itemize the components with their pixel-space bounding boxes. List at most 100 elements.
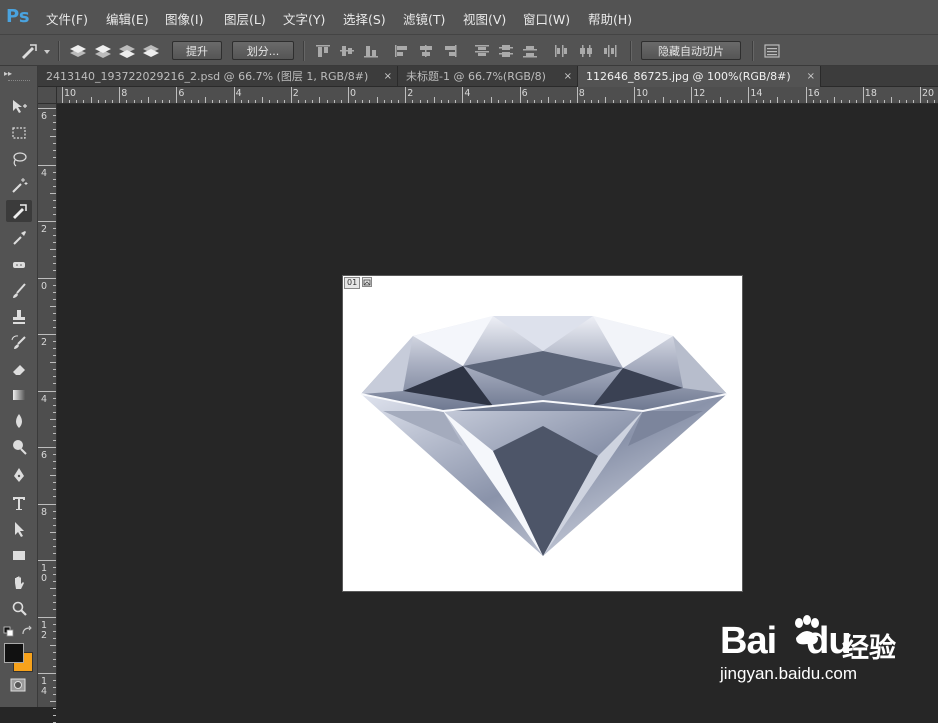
ruler-tick	[891, 97, 893, 103]
ruler-tick	[53, 326, 56, 328]
lasso-tool[interactable]	[6, 148, 32, 170]
ruler-tick	[705, 100, 707, 103]
eraser-tool[interactable]	[6, 358, 32, 380]
ruler-origin[interactable]	[38, 87, 57, 104]
dodge-tool[interactable]	[6, 436, 32, 458]
menu-edit[interactable]: 编辑(E)	[106, 9, 149, 28]
blur-tool[interactable]	[6, 410, 32, 432]
eyedropper-tool[interactable]	[6, 226, 32, 248]
send-to-back-icon[interactable]	[141, 43, 161, 59]
move-tool[interactable]	[6, 96, 32, 118]
ruler-tick	[53, 256, 56, 258]
pen-tool[interactable]	[6, 464, 32, 486]
bring-to-front-icon[interactable]	[68, 43, 88, 59]
menu-help[interactable]: 帮助(H)	[588, 9, 632, 28]
marquee-tool[interactable]	[6, 122, 32, 144]
quick-mask-icon[interactable]	[10, 678, 26, 692]
ruler-tick	[53, 369, 56, 371]
promote-button[interactable]: 提升	[172, 41, 222, 60]
eraser-icon	[13, 365, 25, 375]
slice-tool[interactable]	[6, 200, 32, 222]
gradient-icon	[13, 390, 25, 400]
magic-wand-tool[interactable]	[6, 174, 32, 196]
horizontal-ruler[interactable]: 10 8 6 4 2 0 2 4 6 8 10 12 14 16 18 20	[57, 87, 938, 104]
align-bottom-icon[interactable]	[363, 44, 379, 58]
ruler-tick	[884, 100, 886, 103]
ruler-left-label: 6	[41, 450, 48, 461]
ruler-tick	[53, 468, 56, 470]
distribute-horizontal-center-icon[interactable]	[578, 44, 594, 58]
menu-filter[interactable]: 滤镜(T)	[403, 9, 445, 28]
panel-collapse-icon[interactable]: ▸▸	[4, 69, 12, 78]
gradient-tool[interactable]	[6, 384, 32, 406]
ruler-tick	[38, 616, 56, 618]
send-backward-icon[interactable]	[117, 43, 137, 59]
ruler-tick	[519, 87, 521, 103]
ruler-tick	[290, 87, 292, 103]
document-tab-bar: 2413140_193722029216_2.psd @ 66.7% (图层 1…	[38, 66, 938, 87]
tab-untitled-document[interactable]: 未标题-1 @ 66.7%(RGB/8) ×	[398, 66, 578, 87]
history-brush-tool[interactable]	[6, 332, 32, 354]
ruler-left-label: 1 2	[41, 619, 48, 641]
ruler-left-label: 6	[41, 111, 48, 122]
menu-file[interactable]: 文件(F)	[46, 9, 88, 28]
align-right-icon[interactable]	[442, 44, 458, 58]
distribute-bottom-icon[interactable]	[522, 44, 538, 58]
ruler-tick	[53, 150, 56, 152]
ruler-top-label: 6	[178, 88, 185, 99]
menu-image[interactable]: 图像(I)	[165, 9, 203, 28]
menu-layer[interactable]: 图层(L)	[224, 9, 266, 28]
ruler-left-label: 4	[41, 167, 48, 179]
distribute-left-icon[interactable]	[554, 44, 570, 58]
type-tool[interactable]	[6, 492, 32, 514]
distribute-top-icon[interactable]	[474, 44, 490, 58]
path-selection-tool[interactable]	[6, 518, 32, 540]
ruler-tick	[691, 87, 693, 103]
menu-type[interactable]: 文字(Y)	[283, 9, 325, 28]
default-colors-icon[interactable]	[3, 626, 15, 638]
ruler-tick	[869, 100, 871, 103]
align-top-icon[interactable]	[315, 44, 331, 58]
menu-view[interactable]: 视图(V)	[463, 9, 506, 28]
tab-psd-document[interactable]: 2413140_193722029216_2.psd @ 66.7% (图层 1…	[38, 66, 398, 87]
distribute-right-icon[interactable]	[602, 44, 618, 58]
hand-tool[interactable]	[6, 572, 32, 594]
tab-jpg-document[interactable]: 112646_86725.jpg @ 100%(RGB/8#) ×	[578, 66, 821, 87]
divide-slice-button[interactable]: 划分...	[232, 41, 294, 60]
brush-tool[interactable]	[6, 280, 32, 302]
clone-stamp-tool[interactable]	[6, 306, 32, 328]
align-left-icon[interactable]	[394, 44, 410, 58]
dodge-icon	[13, 440, 27, 455]
foreground-color-swatch[interactable]	[4, 643, 24, 663]
ruler-tick	[53, 581, 56, 583]
ruler-tick	[419, 100, 421, 103]
close-icon[interactable]: ×	[564, 66, 572, 87]
ruler-tick	[805, 87, 807, 103]
document-canvas[interactable]: 01	[342, 275, 743, 592]
ruler-tick	[53, 235, 56, 237]
menu-select[interactable]: 选择(S)	[343, 9, 386, 28]
close-icon[interactable]: ×	[384, 66, 392, 87]
vertical-ruler[interactable]: 6 4 2 0 2 4 6 8 1 0 1 2 1 4	[38, 104, 57, 723]
close-icon[interactable]: ×	[807, 66, 815, 87]
ruler-tick	[383, 100, 385, 103]
ruler-tick	[569, 100, 571, 103]
distribute-vertical-center-icon[interactable]	[498, 44, 514, 58]
slice-options-icon[interactable]	[764, 43, 780, 59]
ruler-left-label: 4	[41, 393, 48, 405]
ruler-tick	[53, 609, 56, 611]
healing-brush-tool[interactable]	[6, 254, 32, 276]
zoom-tool[interactable]	[6, 598, 32, 620]
align-vertical-center-icon[interactable]	[339, 44, 355, 58]
ruler-tick	[197, 100, 199, 103]
ruler-tick	[50, 644, 56, 646]
hide-auto-slices-button[interactable]: 隐藏自动切片	[641, 41, 741, 60]
ruler-tick	[53, 199, 56, 201]
panel-grip[interactable]	[8, 80, 30, 83]
menu-window[interactable]: 窗口(W)	[523, 9, 570, 28]
align-horizontal-center-icon[interactable]	[418, 44, 434, 58]
swap-colors-icon[interactable]	[21, 625, 33, 637]
rectangle-tool[interactable]	[6, 544, 32, 566]
tool-preset-picker[interactable]	[18, 41, 52, 61]
bring-forward-icon[interactable]	[93, 43, 113, 59]
